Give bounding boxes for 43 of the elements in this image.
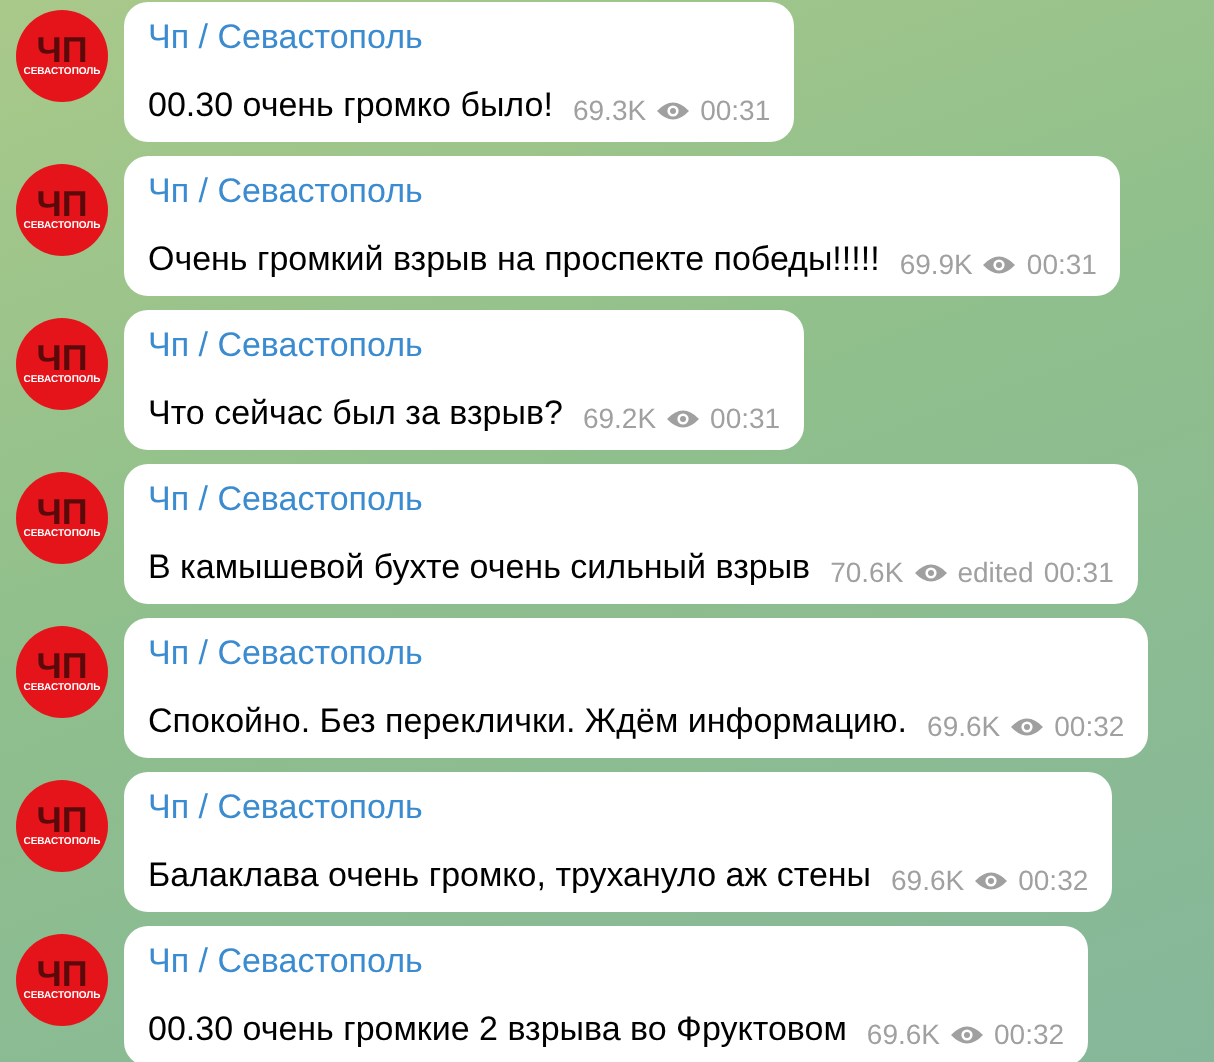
author-name[interactable]: Чп / Севастополь: [148, 788, 1089, 828]
message-text: Очень громкий взрыв на проспекте победы!!!!!: [148, 240, 880, 280]
view-count: 69.2K: [582, 402, 657, 434]
message-time: 00:31: [1043, 556, 1114, 588]
avatar-title: ЧП: [36, 33, 88, 65]
message-time: 00:31: [1026, 248, 1097, 280]
message-text: Спокойно. Без переклички. Ждём информацию.: [148, 702, 908, 742]
message-time: 00:32: [1018, 864, 1089, 896]
eye-icon: [1010, 715, 1045, 737]
message-time: 00:32: [994, 1018, 1065, 1050]
edited-label: edited: [957, 556, 1034, 588]
eye-icon: [974, 869, 1009, 891]
author-name[interactable]: Чп / Севастополь: [148, 942, 1065, 982]
message-text: Балаклава очень громко, трухануло аж стены: [148, 856, 872, 896]
author-name[interactable]: Чп / Севастополь: [148, 634, 1125, 674]
view-count: 69.3K: [572, 94, 647, 126]
message-time: 00:31: [700, 94, 771, 126]
eye-icon: [666, 407, 701, 429]
eye-icon: [982, 253, 1017, 275]
avatar-title: ЧП: [36, 187, 88, 219]
eye-icon: [913, 561, 948, 583]
eye-icon: [950, 1023, 984, 1045]
view-count: 69.6K: [891, 864, 965, 896]
message-text: 00.30 очень громко было!: [148, 86, 553, 126]
author-name[interactable]: Чп / Севастополь: [148, 480, 1114, 520]
message-text: В камышевой бухте очень сильный взрыв: [148, 548, 811, 588]
author-name[interactable]: Чп / Севастополь: [148, 18, 771, 58]
avatar-title: ЧП: [36, 341, 88, 373]
message-text: Что сейчас был за взрыв?: [148, 394, 563, 434]
view-count: 69.6K: [866, 1018, 940, 1050]
author-name[interactable]: Чп / Севастополь: [148, 326, 781, 366]
message-text: 00.30 очень громкие 2 взрыва во Фруктовом: [148, 1010, 847, 1050]
message-time: 00:32: [1054, 710, 1125, 742]
avatar-title: ЧП: [36, 803, 88, 835]
avatar-title: ЧП: [36, 957, 88, 989]
eye-icon: [656, 99, 691, 121]
message-time: 00:31: [710, 402, 781, 434]
author-name[interactable]: Чп / Севастополь: [148, 172, 1097, 212]
avatar-title: ЧП: [36, 495, 88, 527]
view-count: 70.6K: [830, 556, 904, 588]
avatar-title: ЧП: [36, 649, 88, 681]
view-count: 69.6K: [927, 710, 1001, 742]
view-count: 69.9K: [899, 248, 973, 280]
